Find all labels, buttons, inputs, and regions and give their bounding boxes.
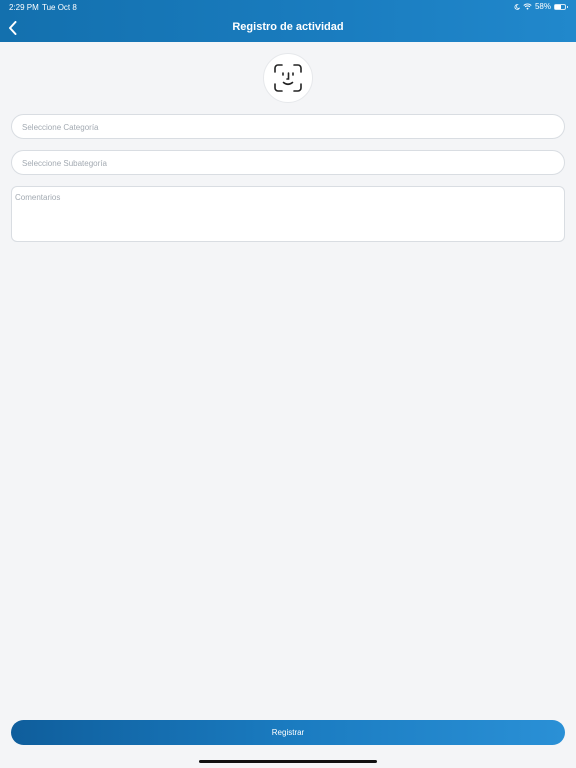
- subcategory-select[interactable]: Seleccione Subategoría: [11, 150, 565, 175]
- status-time: 2:29 PM: [9, 3, 39, 12]
- battery-fill: [555, 4, 561, 9]
- face-id-icon: [274, 64, 302, 92]
- face-id-button[interactable]: [263, 53, 313, 103]
- moon-icon: [514, 3, 520, 10]
- register-button[interactable]: Registrar: [11, 720, 565, 745]
- wifi-icon: [523, 3, 532, 10]
- comments-placeholder: Comentarios: [15, 193, 61, 202]
- status-date: Tue Oct 8: [42, 3, 77, 12]
- comments-textarea[interactable]: Comentarios: [11, 186, 565, 242]
- battery-icon: [554, 3, 568, 10]
- page-title: Registro de actividad: [232, 21, 344, 33]
- nav-header: 2:29 PM Tue Oct 8 58% Registro de activi…: [0, 0, 576, 42]
- subcategory-placeholder: Seleccione Subategoría: [22, 159, 107, 168]
- category-select[interactable]: Seleccione Categoría: [11, 114, 565, 139]
- home-indicator[interactable]: [199, 760, 377, 763]
- battery-percent: 58%: [534, 2, 551, 11]
- status-indicators: 58%: [514, 2, 568, 11]
- category-placeholder: Seleccione Categoría: [22, 123, 99, 132]
- status-bar: 2:29 PM Tue Oct 8 58%: [0, 0, 576, 14]
